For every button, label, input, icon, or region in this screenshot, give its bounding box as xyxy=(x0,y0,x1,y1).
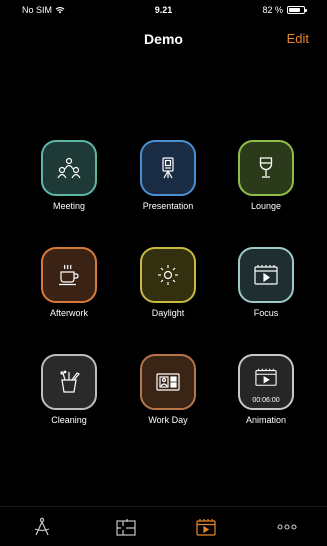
wine-glass-icon xyxy=(259,157,273,178)
edit-button[interactable]: Edit xyxy=(287,31,309,46)
presentation-icon xyxy=(162,157,174,179)
id-card-icon xyxy=(156,373,180,391)
cleaning-tile-button[interactable] xyxy=(41,354,97,410)
scene-label: Focus xyxy=(253,308,279,318)
scene-label: Daylight xyxy=(151,308,185,318)
cleaning-bucket-icon xyxy=(60,370,80,393)
afterwork-tile-button[interactable] xyxy=(41,247,97,303)
coffee-cup-icon xyxy=(59,264,79,286)
scene-animation[interactable]: 00:06:00 Animation xyxy=(226,354,306,425)
clapperboard-icon xyxy=(196,519,216,536)
scene-presentation[interactable]: Presentation xyxy=(128,140,208,211)
battery-percent: 82 % xyxy=(262,5,283,15)
floor-plan-icon xyxy=(116,519,136,536)
clapperboard-icon xyxy=(254,265,278,285)
meeting-icon xyxy=(57,157,81,179)
scene-cleaning[interactable]: Cleaning xyxy=(29,354,109,425)
scene-work-day[interactable]: Work Day xyxy=(128,354,208,425)
scene-lounge[interactable]: Lounge xyxy=(226,140,306,211)
tab-rooms[interactable] xyxy=(111,515,141,539)
animation-tile-button[interactable]: 00:06:00 xyxy=(238,354,294,410)
scene-meeting[interactable]: Meeting xyxy=(29,140,109,211)
scene-daylight[interactable]: Daylight xyxy=(128,247,208,318)
scene-label: Work Day xyxy=(148,415,188,425)
tab-people[interactable] xyxy=(27,515,57,539)
sun-icon xyxy=(158,265,178,285)
more-dots-icon xyxy=(277,524,297,530)
battery-icon xyxy=(287,6,307,14)
daylight-tile-button[interactable] xyxy=(140,247,196,303)
meeting-tile-button[interactable] xyxy=(41,140,97,196)
focus-tile-button[interactable] xyxy=(238,247,294,303)
scene-label: Presentation xyxy=(142,201,194,211)
scene-label: Cleaning xyxy=(51,415,87,425)
clapperboard-icon xyxy=(255,368,277,386)
tab-bar xyxy=(0,506,327,546)
tab-scenes[interactable] xyxy=(191,515,221,539)
status-bar: No SIM 9.21 82 % xyxy=(0,0,327,20)
battery-status: 82 % xyxy=(262,5,307,15)
page-title: Demo xyxy=(144,31,183,47)
scene-label: Meeting xyxy=(52,201,86,211)
person-compass-icon xyxy=(34,517,50,536)
navigation-bar: Demo Edit xyxy=(0,22,327,66)
lounge-tile-button[interactable] xyxy=(238,140,294,196)
scene-label: Animation xyxy=(245,415,287,425)
animation-timer: 00:06:00 xyxy=(252,397,280,404)
scene-focus[interactable]: Focus xyxy=(226,247,306,318)
scene-afterwork[interactable]: Afterwork xyxy=(29,247,109,318)
work-day-tile-button[interactable] xyxy=(140,354,196,410)
scene-label: Lounge xyxy=(250,201,282,211)
scene-label: Afterwork xyxy=(49,308,88,318)
tab-more[interactable] xyxy=(272,515,302,539)
presentation-tile-button[interactable] xyxy=(140,140,196,196)
